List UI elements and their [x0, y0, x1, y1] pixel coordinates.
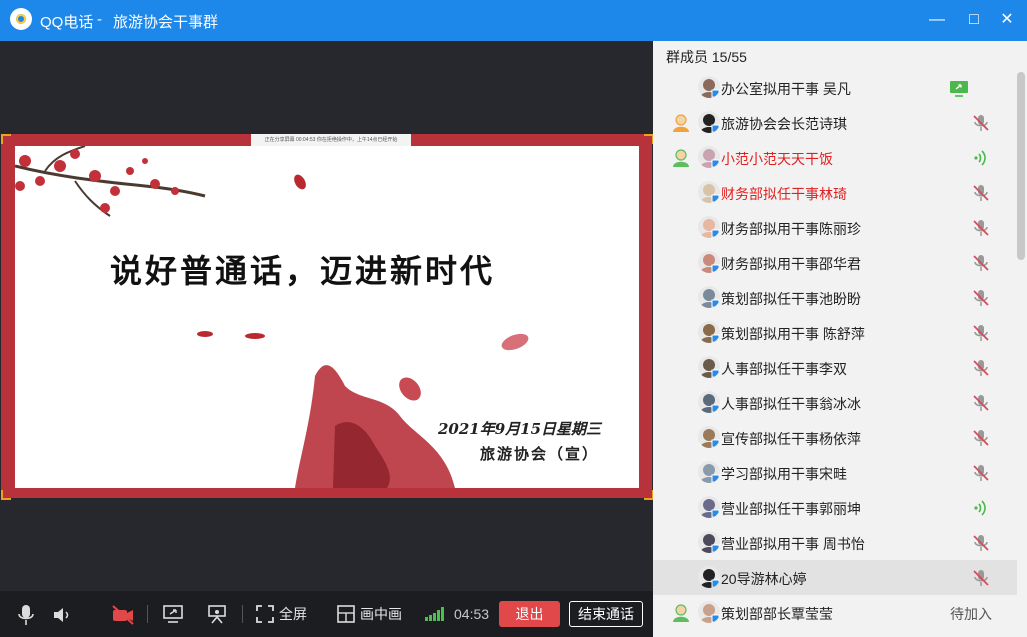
member-name: 办公室拟用干事 吴凡 — [721, 81, 851, 97]
share-screen-icon[interactable] — [162, 604, 184, 624]
frame-corner — [1, 490, 11, 500]
qq-logo-icon — [10, 8, 32, 30]
member-avatar — [698, 426, 720, 448]
maximize-button[interactable]: □ — [962, 9, 986, 31]
member-row[interactable]: 财务部拟用干事邵华君 — [653, 245, 1017, 280]
member-name: 人事部拟任干事翁冰冰 — [721, 396, 861, 412]
member-name: 策划部拟用干事 陈舒萍 — [721, 326, 865, 342]
member-panel: 群成员 15/55 办公室拟用干事 吴凡 旅游协会会长范诗琪 小范小范天天干饭 财务部… — [653, 41, 1027, 637]
member-name: 旅游协会会长范诗琪 — [721, 116, 847, 132]
signal-strength-icon — [425, 607, 444, 621]
slide-slogan: 说好普通话，迈进新时代 — [110, 252, 496, 290]
mic-muted-icon — [971, 533, 991, 553]
member-avatar — [698, 566, 720, 588]
member-name: 财务部拟用干事陈丽珍 — [721, 221, 861, 237]
member-row[interactable]: 策划部拟任干事池盼盼 — [653, 280, 1017, 315]
mic-muted-icon — [971, 358, 991, 378]
member-name: 营业部拟任干事郭丽坤 — [721, 501, 861, 517]
member-row[interactable]: 策划部部长覃莹莹 待加入 — [653, 595, 1017, 630]
presentation-icon[interactable] — [206, 604, 228, 624]
member-count-header: 群成员 15/55 — [666, 49, 747, 65]
member-avatar — [698, 601, 720, 623]
call-timer: 04:53 — [454, 606, 490, 622]
screen-share-notice: 正在分享屏幕 00:04:53 你在拒绝操作中，上午14点已经开始 — [251, 134, 411, 146]
member-role-icon — [671, 149, 691, 167]
member-row[interactable]: 人事部拟任干事翁冰冰 — [653, 385, 1017, 420]
title-separator: - — [97, 11, 102, 28]
member-avatar — [698, 216, 720, 238]
member-avatar — [698, 321, 720, 343]
title-bar: QQ电话 - 旅游协会干事群 — □ ✕ — [0, 0, 1027, 41]
member-avatar — [698, 146, 720, 168]
screen-share-icon — [949, 78, 969, 98]
member-role-icon — [671, 604, 691, 622]
member-name: 财务部拟任干事林琦 — [721, 186, 847, 202]
member-row[interactable]: 策划部拟用干事 陈舒萍 — [653, 315, 1017, 350]
member-avatar — [698, 496, 720, 518]
slide-seal: 旅游协会（宣） — [480, 445, 600, 463]
member-pending-status: 待加入 — [950, 606, 992, 622]
picture-in-picture-icon[interactable] — [337, 605, 355, 623]
camera-off-icon[interactable] — [111, 604, 135, 626]
member-name: 宣传部拟任干事杨依萍 — [721, 431, 861, 447]
mic-muted-icon — [971, 393, 991, 413]
mic-muted-icon — [971, 253, 991, 273]
member-avatar — [698, 181, 720, 203]
speaking-icon — [971, 498, 991, 518]
member-avatar — [698, 286, 720, 308]
member-row[interactable]: 学习部拟用干事宋畦 — [653, 455, 1017, 490]
picture-in-picture-button[interactable]: 画中画 — [360, 591, 402, 637]
mic-muted-icon — [971, 428, 991, 448]
member-name: 20导游林心婷 — [721, 571, 807, 587]
minimize-button[interactable]: — — [925, 9, 949, 31]
speaker-icon[interactable] — [52, 605, 72, 625]
member-name: 人事部拟任干事李双 — [721, 361, 847, 377]
member-avatar — [698, 356, 720, 378]
member-row[interactable]: 宣传部拟任干事杨依萍 — [653, 420, 1017, 455]
fullscreen-button[interactable]: 全屏 — [279, 591, 307, 637]
member-name: 学习部拟用干事宋畦 — [721, 466, 847, 482]
member-avatar — [698, 461, 720, 483]
member-row[interactable]: 营业部拟任干事郭丽坤 — [653, 490, 1017, 525]
member-row[interactable]: 旅游协会会长范诗琪 — [653, 105, 1017, 140]
close-button[interactable]: ✕ — [995, 9, 1019, 31]
member-avatar — [698, 531, 720, 553]
mic-muted-icon — [971, 218, 991, 238]
microphone-icon[interactable] — [16, 604, 36, 626]
member-row[interactable]: 财务部拟任干事林琦 — [653, 175, 1017, 210]
mic-muted-icon — [971, 183, 991, 203]
member-row[interactable]: 小范小范天天干饭 — [653, 140, 1017, 175]
frame-corner — [1, 134, 11, 144]
member-avatar — [698, 251, 720, 273]
member-name: 财务部拟用干事邵华君 — [721, 256, 861, 272]
member-name: 策划部拟任干事池盼盼 — [721, 291, 861, 307]
app-name: QQ电话 — [40, 14, 94, 31]
mic-muted-icon — [971, 463, 991, 483]
member-name: 策划部部长覃莹莹 — [721, 606, 833, 622]
fullscreen-icon[interactable] — [256, 605, 274, 623]
member-row[interactable]: 20导游林心婷 — [653, 560, 1017, 595]
member-role-icon — [671, 114, 691, 132]
member-avatar — [698, 76, 720, 98]
mic-muted-icon — [971, 568, 991, 588]
member-list-scrollbar[interactable] — [1017, 72, 1025, 260]
toolbar-divider — [147, 605, 148, 623]
toolbar-divider — [242, 605, 243, 623]
member-avatar — [698, 111, 720, 133]
end-call-button[interactable]: 结束通话 — [569, 601, 643, 627]
exit-button[interactable]: 退出 — [499, 601, 560, 627]
member-row[interactable]: 财务部拟用干事陈丽珍 — [653, 210, 1017, 245]
member-row[interactable]: 办公室拟用干事 吴凡 — [653, 70, 1017, 105]
member-avatar — [698, 391, 720, 413]
mic-muted-icon — [971, 323, 991, 343]
member-row[interactable]: 营业部拟用干事 周书怡 — [653, 525, 1017, 560]
member-name: 小范小范天天干饭 — [721, 151, 833, 167]
member-name: 营业部拟用干事 周书怡 — [721, 536, 865, 552]
group-name: 旅游协会干事群 — [113, 14, 219, 31]
slide-date: 2021年9月15日星期三 — [438, 420, 602, 438]
member-row[interactable]: 人事部拟任干事李双 — [653, 350, 1017, 385]
speaking-icon — [971, 148, 991, 168]
mic-muted-icon — [971, 288, 991, 308]
mic-muted-icon — [971, 113, 991, 133]
